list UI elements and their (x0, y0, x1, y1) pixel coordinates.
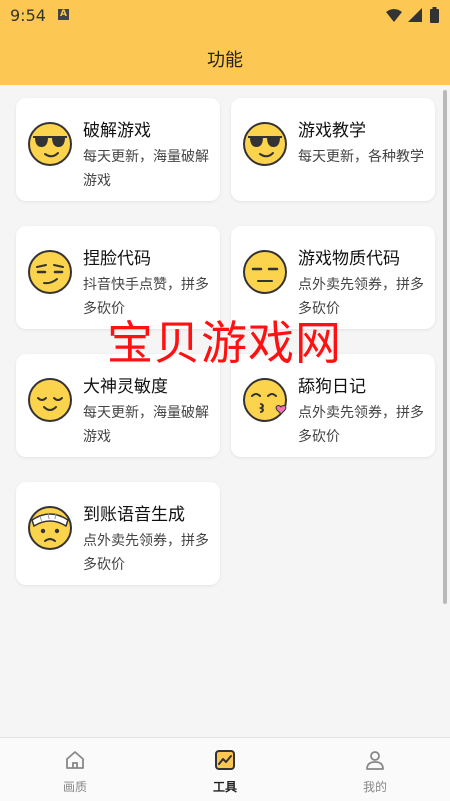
battery-icon (430, 7, 439, 23)
scrollbar[interactable] (443, 90, 447, 604)
page-title: 功能 (207, 50, 243, 71)
smirk-face-icon (28, 250, 72, 294)
sunglasses-face-icon (243, 122, 287, 166)
card-title: 游戏物质代码 (298, 249, 400, 269)
status-bar: 9:54 A (0, 0, 450, 30)
signal-icon (408, 8, 422, 22)
card-title: 破解游戏 (83, 121, 151, 141)
card-title: 捏脸代码 (83, 249, 151, 269)
status-time: 9:54 (10, 6, 46, 25)
card-desc: 点外卖先领券，拼多多砍价 (298, 405, 424, 445)
card-voice-gen[interactable]: 到账语音生成 点外卖先领券，拼多多砍价 (16, 482, 220, 585)
card-title: 大神灵敏度 (83, 377, 168, 397)
card-game-tutorial[interactable]: 游戏教学 每天更新，各种教学 (231, 98, 435, 201)
card-desc: 点外卖先领券，拼多多砍价 (83, 533, 209, 573)
wifi-icon (386, 9, 402, 22)
card-crack-games[interactable]: 破解游戏 每天更新，海量破解游戏 (16, 98, 220, 201)
sim-icon: A (58, 9, 69, 20)
kissing-face-icon (243, 378, 287, 422)
card-desc: 每天更新，各种教学 (298, 149, 424, 165)
relieved-face-icon (28, 378, 72, 422)
card-desc: 每天更新，海量破解游戏 (83, 149, 209, 189)
app-bar: 功能 (0, 30, 450, 85)
watermark: 宝贝游戏网 (107, 316, 342, 370)
nav-label: 工具 (212, 780, 237, 794)
bandaged-face-icon (28, 506, 72, 550)
card-title: 到账语音生成 (83, 505, 185, 525)
nav-label: 画质 (62, 780, 87, 794)
profile-icon (366, 751, 384, 770)
home-icon (66, 751, 84, 769)
tools-icon (215, 750, 235, 770)
card-title: 游戏教学 (298, 121, 366, 141)
nav-item-mine[interactable]: 我的 (300, 738, 450, 801)
sunglasses-face-icon (28, 122, 72, 166)
nav-label: 我的 (362, 780, 387, 794)
nav-item-quality[interactable]: 画质 (0, 738, 150, 801)
neutral-face-icon (243, 250, 287, 294)
bottom-nav: 画质 工具 我的 (0, 737, 450, 801)
nav-item-tools[interactable]: 工具 (150, 738, 300, 801)
card-title: 舔狗日记 (298, 377, 366, 397)
card-desc: 每天更新，海量破解游戏 (83, 405, 209, 445)
